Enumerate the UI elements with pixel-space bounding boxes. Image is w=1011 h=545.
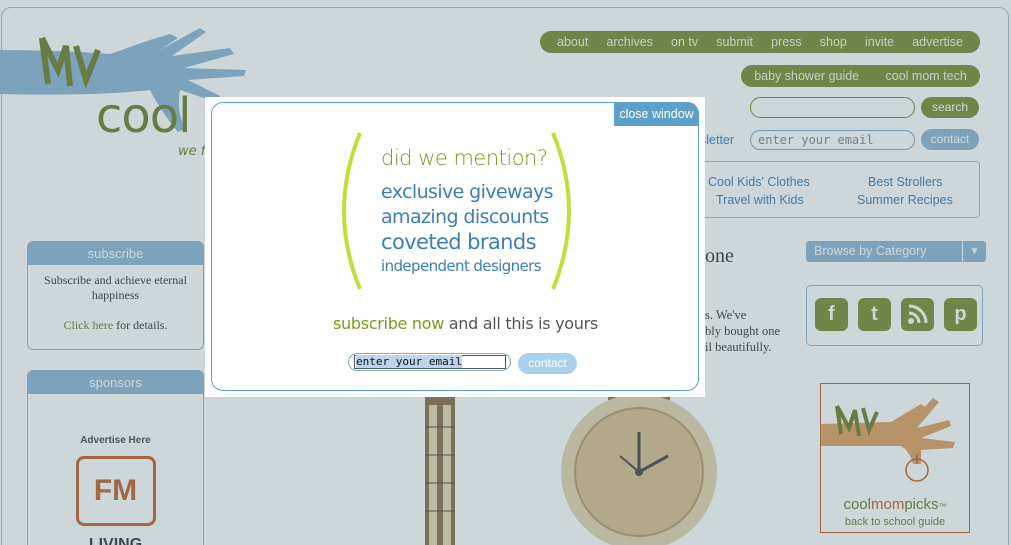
- modal-cta: subscribe now and all this is yours: [333, 314, 598, 333]
- modal-cta-highlight: subscribe now: [333, 314, 444, 333]
- modal-benefit-line: independent designers: [381, 257, 542, 275]
- modal-email-field[interactable]: enter your email: [348, 353, 511, 371]
- modal-headline: did we mention?: [381, 146, 548, 170]
- subscribe-modal-inner: did we mention? exclusive giveways amazi…: [211, 102, 699, 391]
- close-window-button[interactable]: close window: [614, 102, 699, 126]
- left-bracket-icon: [342, 132, 362, 290]
- subscribe-modal: did we mention? exclusive giveways amazi…: [205, 97, 705, 397]
- modal-cta-rest: and all this is yours: [444, 314, 598, 333]
- modal-email-input[interactable]: enter your email: [354, 355, 506, 369]
- page: cool we fi about archives on tv submit p…: [0, 0, 1011, 545]
- modal-contact-button[interactable]: contact: [518, 353, 577, 374]
- modal-benefit-line: amazing discounts: [381, 206, 549, 228]
- modal-benefit-line: exclusive giveways: [381, 181, 554, 203]
- modal-email-value: enter your email: [356, 355, 462, 368]
- modal-benefit-line: coveted brands: [381, 230, 537, 254]
- right-bracket-icon: [551, 132, 571, 290]
